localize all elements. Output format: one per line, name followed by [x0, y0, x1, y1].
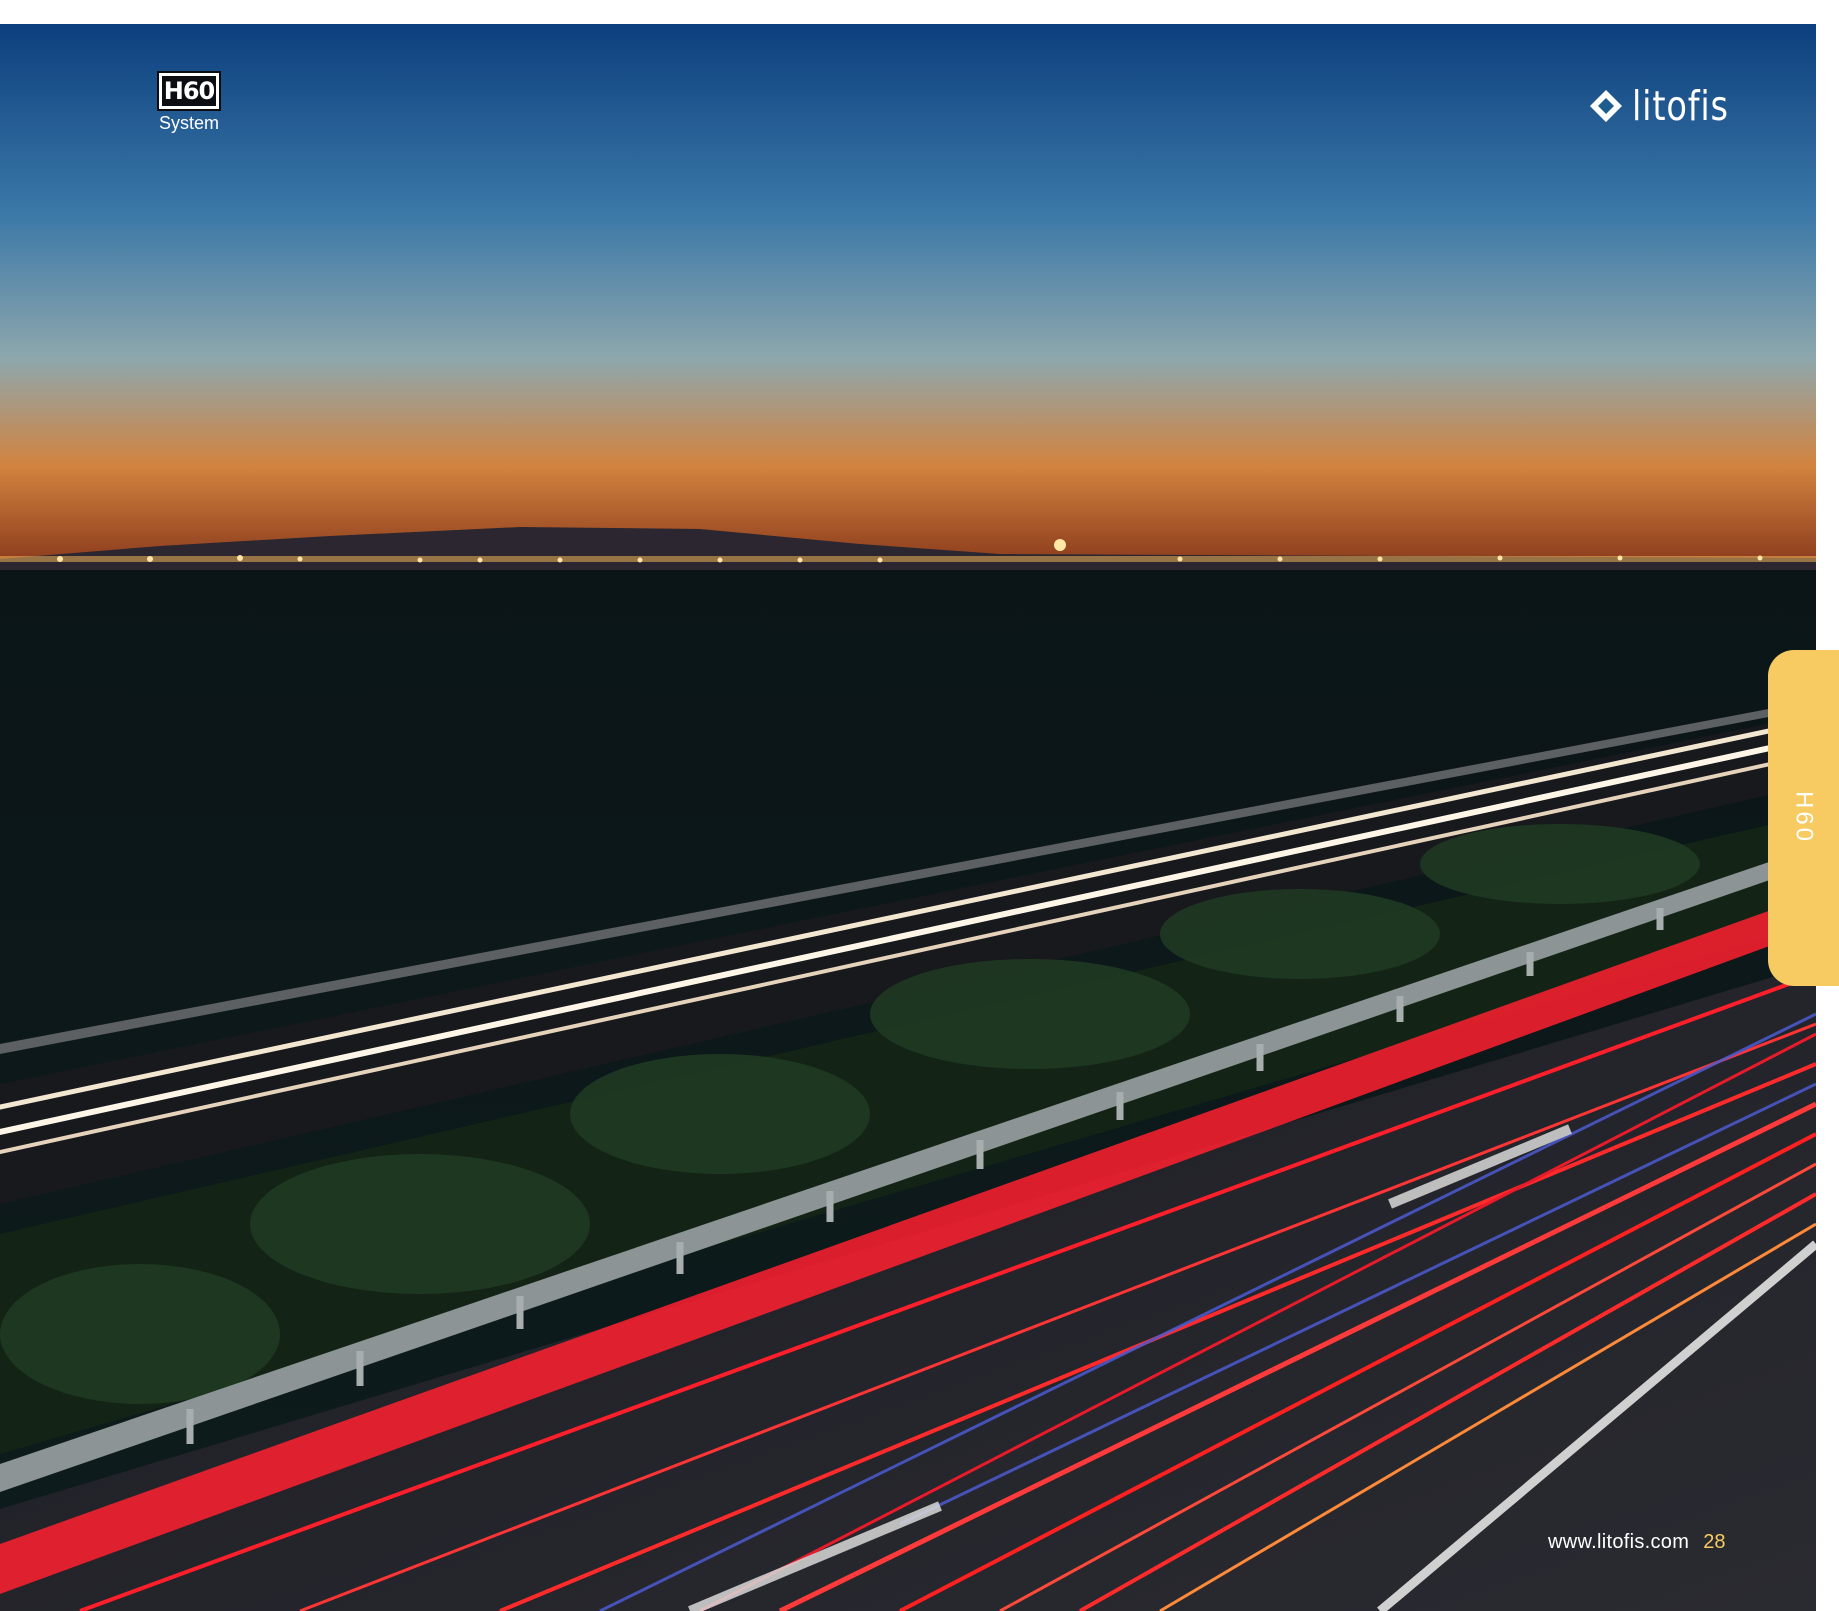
brand-name: litofis [1632, 82, 1729, 130]
page-footer: www.litofis.com 28 [1548, 1528, 1725, 1556]
system-badge: H60 System [156, 71, 222, 133]
sky [0, 24, 1816, 564]
website-link[interactable]: www.litofis.com [1548, 1531, 1689, 1554]
brand-logo: litofis [1586, 78, 1750, 134]
night-highway-photo [0, 24, 1816, 1611]
system-badge-label: H60 [157, 71, 221, 111]
page-number: 28 [1703, 1530, 1726, 1553]
system-badge-sublabel: System [158, 113, 219, 133]
horizon-city-lights [0, 556, 1816, 562]
diamond-logo-icon [1590, 90, 1622, 122]
section-tab-label: H60 [1790, 791, 1818, 845]
section-tab-h60[interactable]: H60 [1768, 650, 1839, 986]
